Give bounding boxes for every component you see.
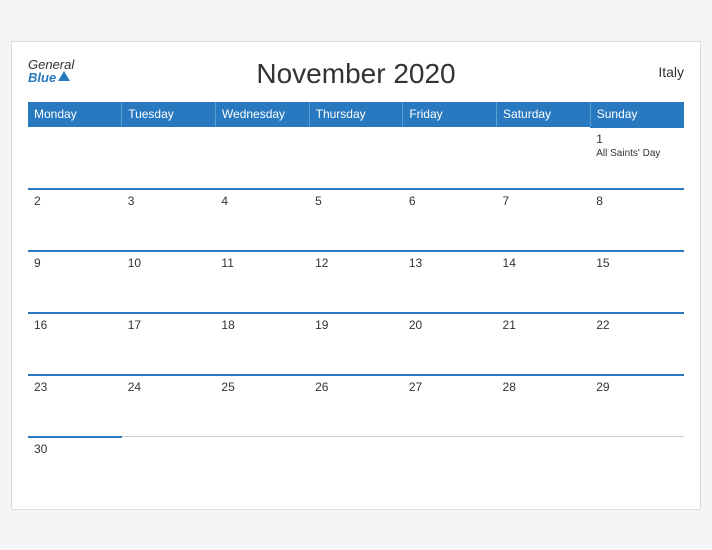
day-number: 11: [221, 256, 303, 270]
day-cell: 11: [215, 251, 309, 313]
days-header-row: Monday Tuesday Wednesday Thursday Friday…: [28, 102, 684, 127]
day-number: 8: [596, 194, 678, 208]
day-cell: 18: [215, 313, 309, 375]
day-number: 24: [128, 380, 210, 394]
day-cell: 7: [497, 189, 591, 251]
logo-blue-text: Blue: [28, 71, 56, 84]
calendar-header: General Blue November 2020 Italy: [28, 58, 684, 90]
day-cell: 26: [309, 375, 403, 437]
day-cell: 10: [122, 251, 216, 313]
day-cell: [590, 437, 684, 499]
day-cell: [215, 437, 309, 499]
day-cell: 30: [28, 437, 122, 499]
calendar-title: November 2020: [256, 58, 455, 90]
day-cell: 3: [122, 189, 216, 251]
country-label: Italy: [658, 64, 684, 80]
day-number: 20: [409, 318, 491, 332]
calendar-container: General Blue November 2020 Italy Monday …: [11, 41, 701, 510]
day-cell: 20: [403, 313, 497, 375]
header-saturday: Saturday: [497, 102, 591, 127]
header-friday: Friday: [403, 102, 497, 127]
day-cell: 19: [309, 313, 403, 375]
day-cell: 12: [309, 251, 403, 313]
day-cell: 24: [122, 375, 216, 437]
day-number: 29: [596, 380, 678, 394]
day-number: 9: [34, 256, 116, 270]
day-cell: [497, 127, 591, 189]
day-number: 5: [315, 194, 397, 208]
day-number: 28: [503, 380, 585, 394]
day-cell: 28: [497, 375, 591, 437]
day-cell: 4: [215, 189, 309, 251]
day-number: 3: [128, 194, 210, 208]
logo-general-text: General: [28, 58, 74, 71]
logo: General Blue: [28, 58, 74, 84]
day-number: 7: [503, 194, 585, 208]
logo-triangle-icon: [58, 71, 70, 81]
day-cell: 2: [28, 189, 122, 251]
day-number: 1: [596, 132, 678, 146]
day-cell: [309, 437, 403, 499]
week-row-6: 30: [28, 437, 684, 499]
day-cell: 27: [403, 375, 497, 437]
day-number: 6: [409, 194, 491, 208]
day-cell: [122, 437, 216, 499]
header-monday: Monday: [28, 102, 122, 127]
day-cell: 29: [590, 375, 684, 437]
day-cell: [403, 437, 497, 499]
day-number: 25: [221, 380, 303, 394]
day-number: 21: [503, 318, 585, 332]
event-label: All Saints' Day: [596, 148, 678, 159]
day-cell: 13: [403, 251, 497, 313]
day-cell: [403, 127, 497, 189]
day-number: 26: [315, 380, 397, 394]
header-thursday: Thursday: [309, 102, 403, 127]
day-cell: 21: [497, 313, 591, 375]
day-cell: [309, 127, 403, 189]
day-cell: 5: [309, 189, 403, 251]
week-row-2: 2345678: [28, 189, 684, 251]
day-cell: 14: [497, 251, 591, 313]
day-number: 12: [315, 256, 397, 270]
week-row-3: 9 10 11 12 13 14 15: [28, 251, 684, 313]
week-row-5: 23 24 25 26 27 28 29: [28, 375, 684, 437]
day-cell: 1 All Saints' Day: [590, 127, 684, 189]
day-cell: 22: [590, 313, 684, 375]
header-tuesday: Tuesday: [122, 102, 216, 127]
week-row-4: 16 17 18 19 20 21 22: [28, 313, 684, 375]
day-number: 14: [503, 256, 585, 270]
day-number: 18: [221, 318, 303, 332]
day-number: 4: [221, 194, 303, 208]
day-cell: 16: [28, 313, 122, 375]
day-number: 15: [596, 256, 678, 270]
day-number: 27: [409, 380, 491, 394]
day-number: 2: [34, 194, 116, 208]
day-cell: 8: [590, 189, 684, 251]
day-cell: 23: [28, 375, 122, 437]
week-row-1: 1 All Saints' Day: [28, 127, 684, 189]
day-number: 17: [128, 318, 210, 332]
calendar-table: Monday Tuesday Wednesday Thursday Friday…: [28, 102, 684, 499]
header-sunday: Sunday: [590, 102, 684, 127]
day-number: 10: [128, 256, 210, 270]
day-cell: [497, 437, 591, 499]
day-number: 13: [409, 256, 491, 270]
day-cell: 15: [590, 251, 684, 313]
day-number: 16: [34, 318, 116, 332]
day-number: 19: [315, 318, 397, 332]
day-cell: 17: [122, 313, 216, 375]
day-cell: 6: [403, 189, 497, 251]
day-number: 30: [34, 442, 116, 456]
day-cell: [215, 127, 309, 189]
day-cell: [122, 127, 216, 189]
day-cell: [28, 127, 122, 189]
header-wednesday: Wednesday: [215, 102, 309, 127]
day-number: 23: [34, 380, 116, 394]
day-cell: 25: [215, 375, 309, 437]
day-cell: 9: [28, 251, 122, 313]
day-number: 22: [596, 318, 678, 332]
